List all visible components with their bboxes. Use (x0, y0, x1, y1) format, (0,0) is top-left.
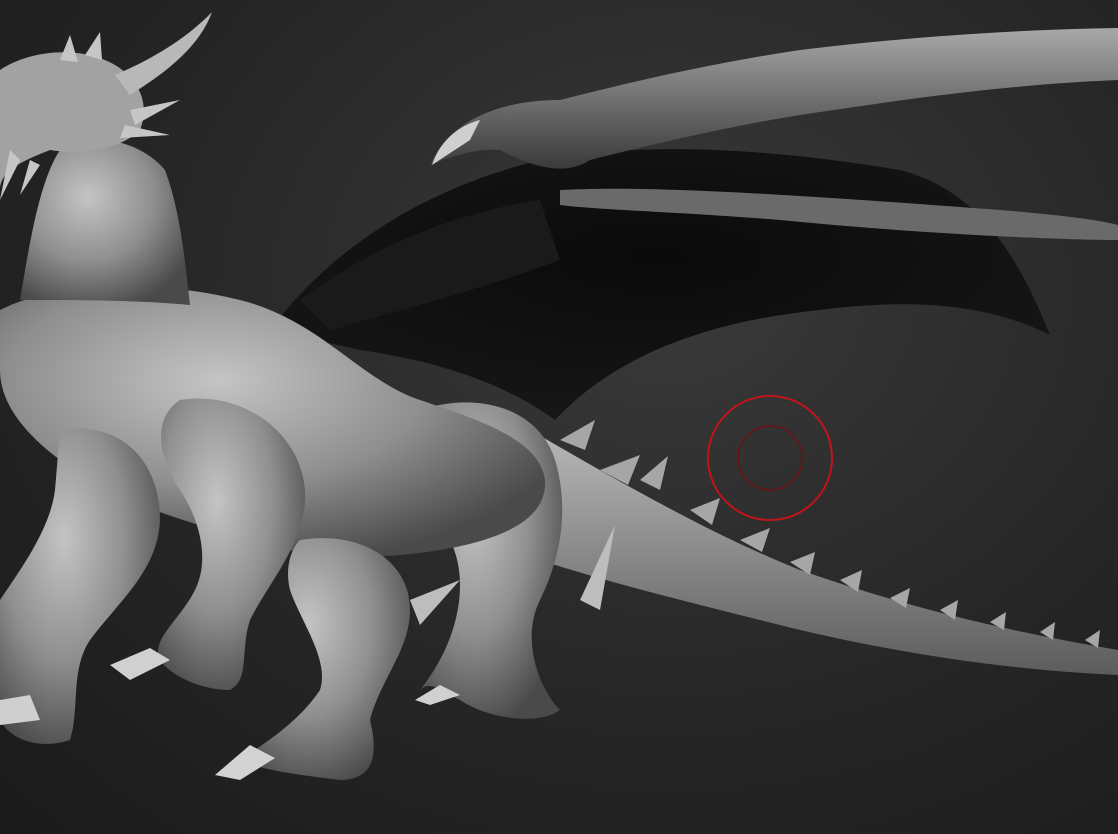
rear-leg-spur (410, 580, 460, 625)
sculpt-viewport[interactable] (0, 0, 1118, 834)
neck (20, 139, 190, 305)
front-leg-left (158, 398, 306, 690)
dragon-sculpt-model[interactable] (0, 0, 1118, 834)
head-horn (115, 12, 212, 95)
wing-arm-bone (430, 28, 1118, 169)
